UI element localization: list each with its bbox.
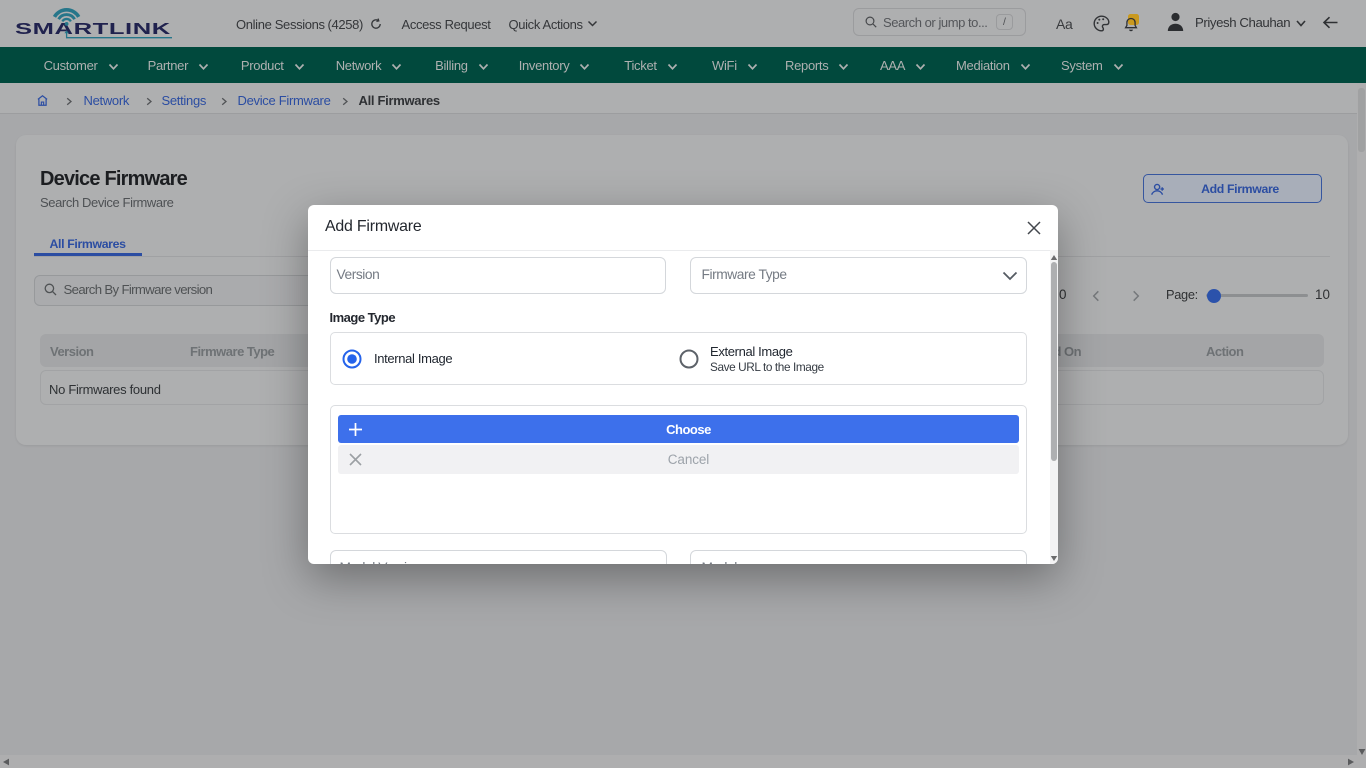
svg-text:SMARTLINK: SMARTLINK — [15, 21, 171, 38]
